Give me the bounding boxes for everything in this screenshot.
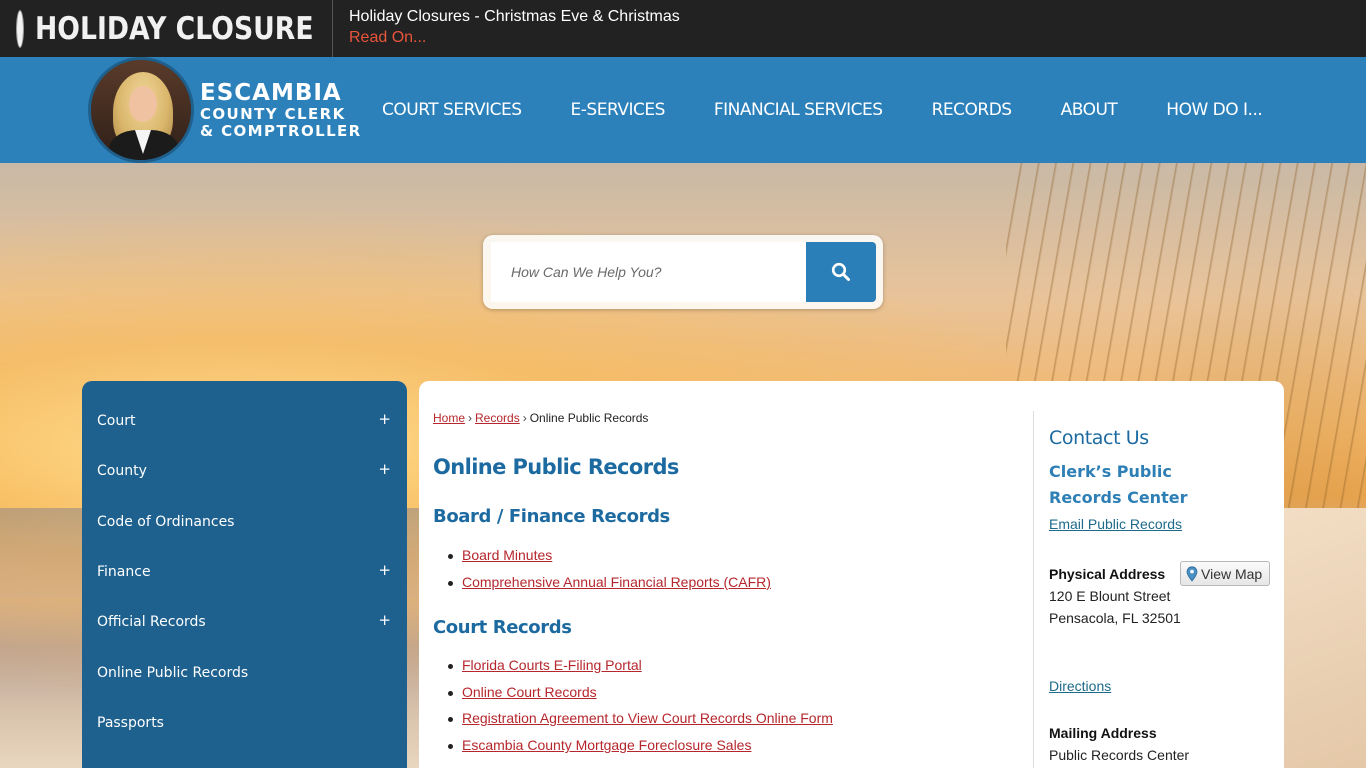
- search-icon: [831, 262, 850, 281]
- mailing-address-label: Mailing Address: [1049, 725, 1157, 741]
- link-cafr[interactable]: Comprehensive Annual Financial Reports (…: [462, 574, 771, 590]
- breadcrumb-records[interactable]: Records: [475, 411, 520, 425]
- sidebar-item-county[interactable]: County +: [82, 446, 407, 496]
- sidebar-item-label: Finance: [97, 564, 151, 580]
- directions-link[interactable]: Directions: [1049, 678, 1111, 694]
- search-input[interactable]: [491, 242, 807, 302]
- alert-title: HOLIDAY CLOSURE: [35, 10, 314, 47]
- sidebar-menu: Court + County + Code of Ordinances Fina…: [82, 381, 407, 768]
- map-pin-icon: [1186, 565, 1198, 582]
- view-map-label: View Map: [1201, 565, 1263, 582]
- contact-subheading: Clerk’s Public Records Center: [1049, 462, 1188, 507]
- list-item: Board Minutes: [447, 547, 771, 574]
- list-item: Escambia County Mortgage Foreclosure Sal…: [447, 737, 833, 764]
- main-nav: COURT SERVICES E-SERVICES FINANCIAL SERV…: [382, 57, 1311, 163]
- link-e-filing-portal[interactable]: Florida Courts E-Filing Portal: [462, 657, 642, 673]
- sidebar-item-label: Passports: [97, 715, 164, 731]
- expand-icon[interactable]: +: [378, 410, 391, 428]
- sidebar-item-label: County: [97, 463, 147, 479]
- address-line-1: 120 E Blount Street: [1049, 588, 1171, 604]
- list-item: Online Court Records: [447, 684, 833, 711]
- sidebar-item-code-of-ordinances[interactable]: Code of Ordinances: [82, 497, 407, 547]
- nav-e-services[interactable]: E-SERVICES: [571, 100, 666, 120]
- link-board-minutes[interactable]: Board Minutes: [462, 547, 552, 563]
- alert-message[interactable]: Holiday Closures - Christmas Eve & Chris…: [349, 7, 680, 26]
- link-online-court-records[interactable]: Online Court Records: [462, 684, 597, 700]
- breadcrumb-separator: ›: [468, 411, 473, 425]
- alert-icon: [17, 10, 23, 47]
- nav-records[interactable]: RECORDS: [932, 100, 1013, 120]
- email-public-records-link[interactable]: Email Public Records: [1049, 516, 1182, 532]
- alert-read-on-link[interactable]: Read On...: [349, 26, 426, 49]
- logo-line-1: ESCAMBIA: [200, 80, 342, 106]
- expand-icon[interactable]: +: [378, 611, 391, 629]
- alert-badge: HOLIDAY CLOSURE: [0, 0, 333, 57]
- nav-court-services[interactable]: COURT SERVICES: [382, 100, 522, 120]
- clerk-portrait: [88, 57, 194, 163]
- breadcrumb-separator: ›: [522, 411, 527, 425]
- breadcrumb: Home › Records › Online Public Records: [433, 411, 648, 425]
- address-line-2: Pensacola, FL 32501: [1049, 610, 1181, 626]
- nav-financial-services[interactable]: FINANCIAL SERVICES: [714, 100, 883, 120]
- sidebar-item-label: Online Public Records: [97, 665, 249, 681]
- breadcrumb-home[interactable]: Home: [433, 411, 465, 425]
- logo-line-2: COUNTY CLERK: [200, 105, 346, 123]
- sidebar-item-label: Court: [97, 413, 136, 429]
- list-item: Registration Agreement to View Court Rec…: [447, 710, 833, 737]
- expand-icon[interactable]: +: [378, 561, 391, 579]
- sidebar-item-label: Code of Ordinances: [97, 514, 235, 530]
- section-heading-board-finance: Board / Finance Records: [433, 506, 670, 527]
- column-divider: [1033, 411, 1034, 768]
- logo-line-3: & COMPTROLLER: [200, 122, 362, 140]
- sidebar-item-label: Official Records: [97, 614, 206, 630]
- expand-icon[interactable]: +: [378, 460, 391, 478]
- section-heading-court-records: Court Records: [433, 617, 572, 638]
- physical-address-label: Physical Address: [1049, 566, 1166, 582]
- sidebar-item-official-records[interactable]: Official Records +: [82, 597, 407, 647]
- sidebar-item-passports[interactable]: Passports: [82, 698, 407, 748]
- nav-how-do-i[interactable]: HOW DO I...: [1166, 100, 1262, 120]
- logo-text: ESCAMBIA COUNTY CLERK & COMPTROLLER: [200, 80, 362, 140]
- sidebar-item-finance[interactable]: Finance +: [82, 547, 407, 597]
- link-foreclosure-sales[interactable]: Escambia County Mortgage Foreclosure Sal…: [462, 737, 751, 753]
- site-header: ESCAMBIA COUNTY CLERK & COMPTROLLER COUR…: [0, 57, 1366, 163]
- sidebar-item-court[interactable]: Court +: [82, 396, 407, 446]
- sidebar-item-online-public-records[interactable]: Online Public Records: [82, 648, 407, 698]
- view-map-button[interactable]: View Map: [1180, 561, 1271, 586]
- site-logo[interactable]: ESCAMBIA COUNTY CLERK & COMPTROLLER: [88, 57, 362, 163]
- contact-heading: Contact Us: [1049, 427, 1149, 449]
- court-records-links: Florida Courts E-Filing Portal Online Co…: [447, 657, 833, 764]
- mailing-line-1: Public Records Center: [1049, 747, 1190, 763]
- board-finance-links: Board Minutes Comprehensive Annual Finan…: [447, 547, 771, 600]
- breadcrumb-current: Online Public Records: [529, 411, 649, 425]
- search-button[interactable]: [806, 242, 876, 302]
- link-registration-agreement[interactable]: Registration Agreement to View Court Rec…: [462, 710, 833, 726]
- list-item: Florida Courts E-Filing Portal: [447, 657, 833, 684]
- search-box: [483, 235, 883, 309]
- alert-bar: HOLIDAY CLOSURE Holiday Closures - Chris…: [0, 0, 1366, 57]
- nav-about[interactable]: ABOUT: [1061, 100, 1118, 120]
- page-title: Online Public Records: [433, 455, 679, 479]
- content-panel: Home › Records › Online Public Records Onlin…: [419, 381, 1284, 768]
- list-item: Comprehensive Annual Financial Reports (…: [447, 574, 771, 601]
- alert-content: Holiday Closures - Christmas Eve & Chris…: [333, 0, 680, 57]
